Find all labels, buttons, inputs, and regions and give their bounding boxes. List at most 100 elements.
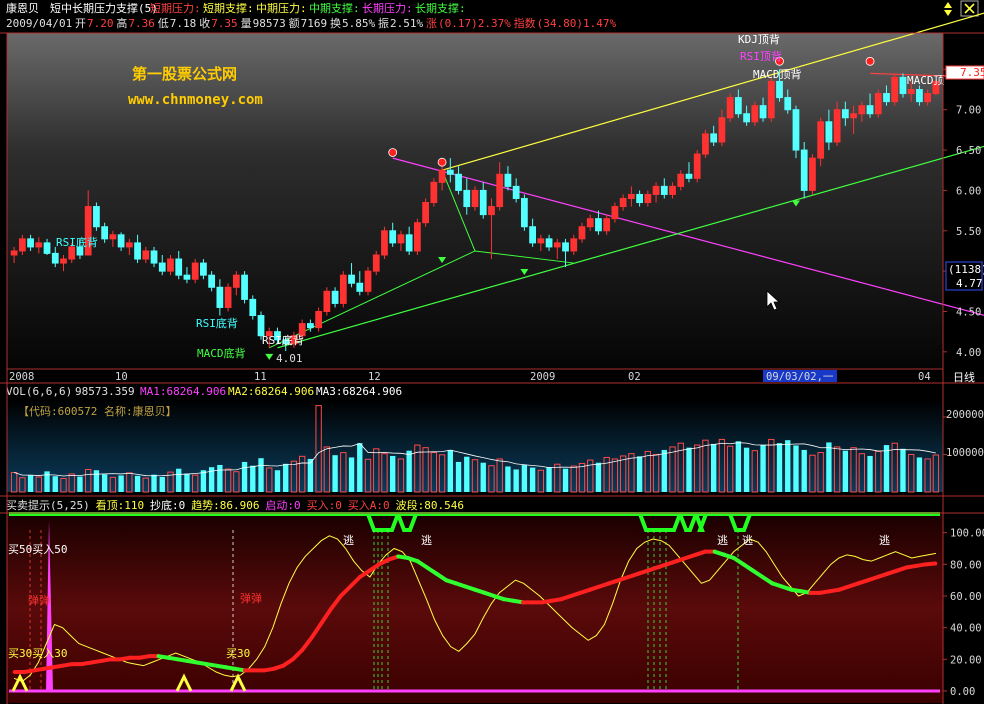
quote-high-label: 高 — [116, 16, 127, 30]
candle-body-102 — [850, 113, 857, 119]
volume-header: VOL(6,6,6) 98573.359 MA1:68264.906 MA2:6… — [6, 385, 402, 398]
volume-bar-28 — [241, 461, 248, 492]
candle-body-56 — [471, 189, 479, 208]
volume-bar-76 — [636, 456, 643, 492]
watermark-title: 第一股票公式网 — [132, 65, 237, 83]
volume-bar-96 — [801, 449, 807, 492]
volume-bar-95 — [793, 445, 799, 492]
candle-body-89 — [743, 113, 750, 123]
low-price-marker: 4.01 — [276, 352, 303, 365]
stock-code-info: 【代码:600572 名称:康恩贝】 — [18, 404, 177, 418]
signal-rebound-1: 弹弹 — [28, 593, 50, 607]
candle-body-53 — [446, 169, 454, 175]
annotation-macd-top-2: MACD顶 — [907, 74, 945, 87]
volume-bar-88 — [735, 441, 742, 492]
arrow-up-down-icon[interactable] — [944, 2, 952, 16]
candle-body-74 — [619, 197, 627, 208]
signal-escape-3: 逃 — [717, 534, 728, 547]
volume-bar-99 — [826, 442, 832, 492]
candle-body-45 — [381, 230, 388, 256]
candle-body-106 — [883, 93, 890, 103]
candle-body-95 — [792, 109, 800, 151]
price-panel[interactable]: 第一股票公式网 www.chnmoney.com RSI底背 RSI底背 RSI… — [7, 12, 984, 368]
volume-bar-29 — [250, 465, 256, 492]
volume-bar-21 — [184, 473, 190, 492]
volume-bar-30 — [258, 458, 264, 492]
candle-body-83 — [693, 153, 701, 179]
candle-body-96 — [800, 149, 808, 191]
volume-bar-63 — [529, 467, 536, 492]
volume-bar-101 — [842, 450, 849, 492]
date-12: 12 — [368, 371, 381, 383]
quote-volume: 98573 — [253, 17, 286, 30]
price-tick-6.5: 6.50 — [956, 145, 981, 157]
volume-bar-61 — [513, 469, 519, 492]
quote-amplitude: 2.51% — [390, 17, 423, 30]
candle-body-1 — [18, 238, 26, 252]
legend-item-3: 中期支撑: — [309, 1, 360, 15]
signal-escape-1: 逃 — [343, 534, 354, 547]
osc-header-item-6: 买入A:0 — [348, 499, 390, 512]
candle-body-87 — [726, 97, 734, 119]
candle-body-40 — [339, 274, 347, 304]
candle-body-30 — [257, 315, 265, 337]
osc-tick-100: 100.00 — [950, 528, 984, 540]
candle-body-13 — [117, 234, 125, 248]
indicator-name: 短中长期压力支撑(5) — [50, 1, 158, 15]
quote-date: 2009/04/01 — [6, 17, 72, 30]
oscillator-panel[interactable]: 买50买入50 买30买入30 买30 弹弹 弹弹 逃 逃 逃 逃 逃 — [7, 512, 943, 703]
candle-body-6 — [60, 258, 67, 264]
candle-body-81 — [677, 173, 685, 187]
candle-body-25 — [216, 286, 224, 308]
volume-bar-18 — [159, 476, 165, 492]
price-tick-4.5: 4.50 — [956, 306, 981, 318]
period-label[interactable]: 日线 — [953, 370, 975, 384]
annotation-rsi-top: RSI顶背 — [740, 49, 782, 63]
candle-body-73 — [611, 206, 619, 220]
candle-body-10 — [93, 206, 100, 228]
price-tick-4: 4.00 — [956, 347, 981, 359]
candle-body-3 — [35, 242, 43, 248]
legend-item-1: 短期支撑: — [203, 1, 254, 15]
candle-body-98 — [817, 121, 825, 159]
osc-tick-0: 0.00 — [950, 686, 975, 698]
annotation-rsi-bottom-1: RSI底背 — [56, 235, 98, 249]
volume-bar-32 — [274, 470, 281, 492]
candle-body-86 — [718, 117, 726, 143]
candle-body-58 — [488, 206, 495, 216]
candle-body-63 — [529, 226, 536, 244]
top-divergence-dot-3 — [865, 56, 875, 66]
candle-body-90 — [751, 105, 759, 123]
volume-bar-13 — [118, 475, 124, 492]
candle-body-27 — [232, 274, 240, 288]
osc-header-item-5: 买入:0 — [307, 499, 342, 512]
annotation-macd-bottom: MACD底背 — [197, 346, 246, 360]
candle-body-59 — [496, 173, 504, 208]
candle-body-20 — [175, 258, 183, 276]
side-box-line2: 4.77 — [956, 277, 983, 290]
quote-amount: 7169 — [301, 17, 328, 30]
volume-bar-67 — [562, 468, 569, 492]
candle-body-68 — [570, 238, 578, 252]
top-divergence-dot-0 — [388, 148, 398, 157]
close-icon[interactable] — [960, 0, 979, 17]
volume-panel[interactable]: 【代码:600572 名称:康恩贝】 — [7, 400, 943, 493]
candle-body-61 — [512, 185, 520, 199]
candle-body-70 — [586, 218, 594, 228]
candle-body-109 — [907, 89, 915, 95]
signal-buy50: 买50买入50 — [8, 543, 68, 556]
stock-name: 康恩贝 — [6, 1, 39, 15]
candle-body-104 — [866, 105, 874, 115]
candle-body-84 — [702, 133, 709, 155]
candle-body-42 — [356, 282, 364, 292]
candle-body-39 — [331, 290, 339, 304]
signal-escape-2: 逃 — [421, 534, 432, 547]
volume-bar-42 — [357, 443, 363, 492]
candle-body-67 — [562, 242, 569, 252]
date-11: 11 — [254, 371, 267, 383]
quote-line: 2009/04/01 开 7.20 高 7.36 低 7.18 收 7.35 量 98573 额 716… — [6, 16, 616, 30]
osc-header-item-3: 趋势:86.906 — [191, 499, 259, 512]
price-tick-5.5: 5.50 — [956, 226, 981, 238]
candle-body-82 — [685, 173, 693, 179]
osc-header-item-1: 看顶:110 — [96, 498, 145, 512]
